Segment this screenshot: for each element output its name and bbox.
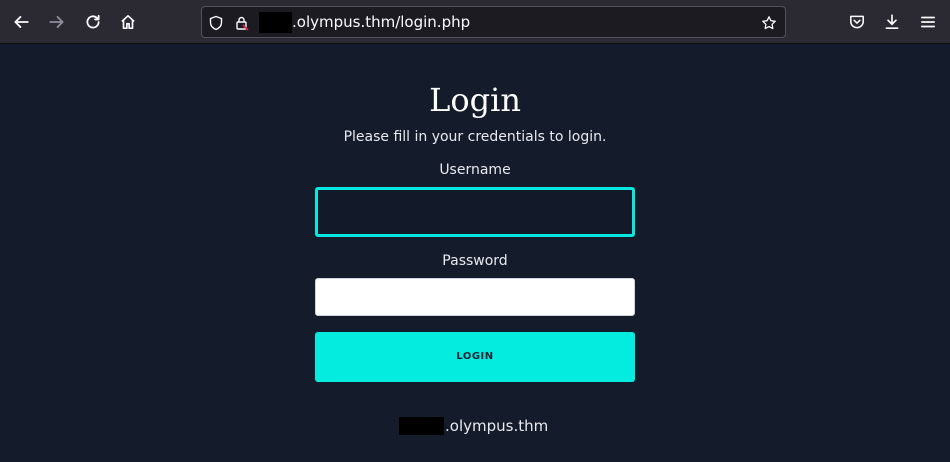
- password-label: Password: [442, 253, 508, 269]
- pocket-icon: [850, 15, 864, 29]
- back-button[interactable]: [7, 8, 35, 36]
- redacted-footer-host: [399, 417, 444, 435]
- home-icon: [121, 14, 135, 30]
- lock-icon[interactable]: [233, 14, 251, 32]
- download-icon: [885, 14, 899, 30]
- footer-domain: .olympus.thm: [445, 417, 549, 435]
- bookmark-star-icon[interactable]: [760, 14, 778, 32]
- home-button[interactable]: [114, 8, 142, 36]
- reload-icon: [86, 14, 100, 29]
- browser-toolbar: .olympus.thm/login.php: [0, 0, 950, 44]
- back-arrow-icon: [14, 16, 29, 28]
- page-content: Login Please fill in your credentials to…: [0, 45, 950, 462]
- url-text[interactable]: .olympus.thm/login.php: [292, 13, 470, 31]
- username-label: Username: [439, 162, 511, 178]
- menu-icon: [920, 16, 936, 28]
- pocket-button[interactable]: [843, 8, 871, 36]
- login-button[interactable]: LOGIN: [315, 332, 635, 382]
- page-subtitle: Please fill in your credentials to login…: [343, 129, 607, 145]
- reload-button[interactable]: [79, 8, 107, 36]
- menu-button[interactable]: [914, 8, 942, 36]
- username-input[interactable]: [315, 187, 635, 237]
- downloads-button[interactable]: [878, 8, 906, 36]
- redacted-hostname: [259, 12, 292, 33]
- forward-arrow-icon: [49, 16, 64, 28]
- page-title: Login: [429, 81, 521, 119]
- shield-icon[interactable]: [207, 14, 225, 32]
- address-bar[interactable]: .olympus.thm/login.php: [201, 6, 786, 38]
- forward-button[interactable]: [43, 8, 71, 36]
- password-input[interactable]: [315, 278, 635, 316]
